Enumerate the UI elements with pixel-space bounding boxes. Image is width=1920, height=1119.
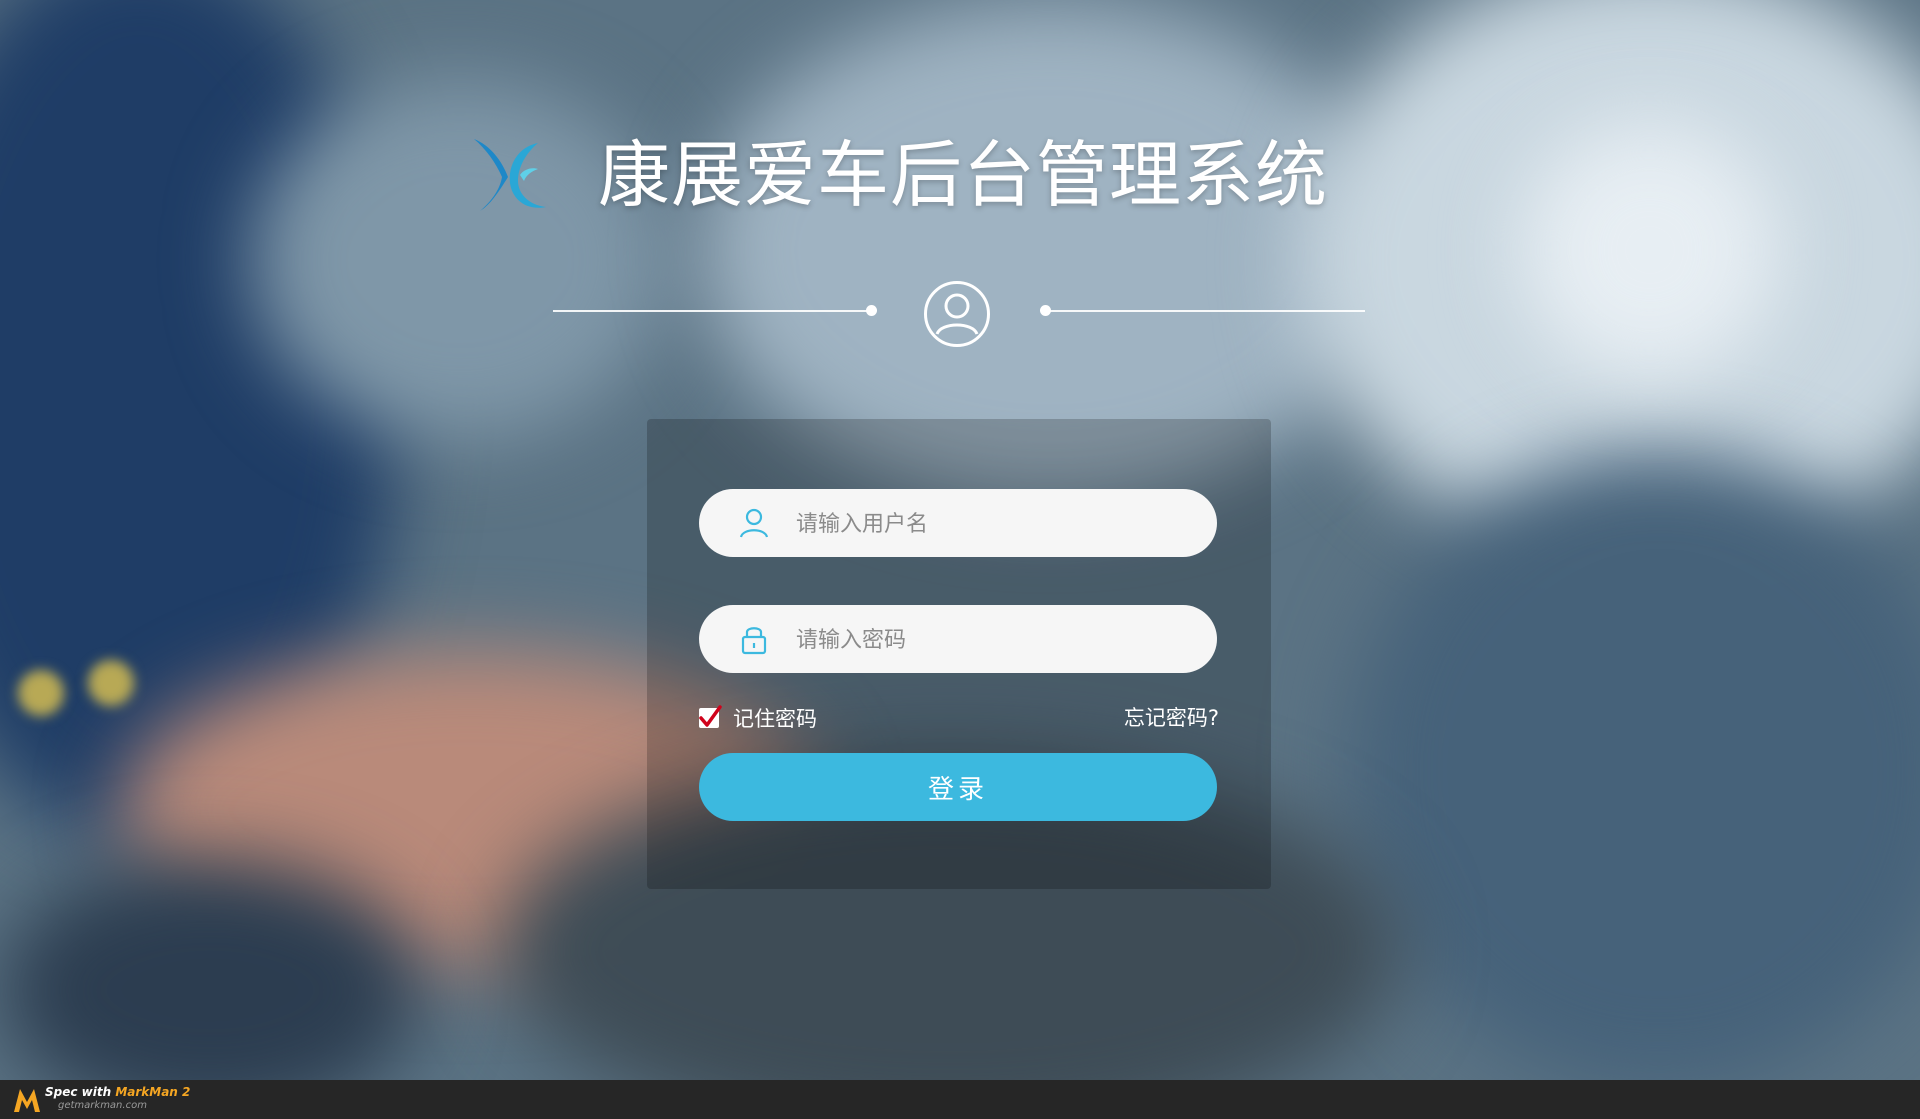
username-input[interactable]: [794, 501, 1198, 547]
divider-dot-left: [866, 305, 877, 316]
markman-spec-text: Spec with MarkMan 2: [45, 1085, 191, 1099]
check-icon: [699, 705, 722, 727]
kz-logo-icon: [468, 135, 550, 217]
user-icon: [737, 506, 771, 540]
user-avatar-icon: [924, 281, 990, 347]
remember-password[interactable]: 记住密码: [699, 703, 817, 733]
markman-footer-bar: Spec with MarkMan 2 getmarkman.com: [0, 1080, 1920, 1119]
markman-url: getmarkman.com: [58, 1100, 147, 1111]
username-field[interactable]: [699, 489, 1217, 557]
header-divider-right: [1050, 310, 1365, 312]
markman-brand: MarkMan 2: [115, 1085, 191, 1099]
lock-icon: [737, 622, 771, 656]
login-button[interactable]: 登录: [699, 753, 1217, 821]
page-title: 康展爱车后台管理系统: [598, 133, 1329, 217]
remember-label: 记住密码: [733, 707, 817, 731]
header-divider-left: [553, 310, 870, 312]
remember-checkbox[interactable]: [699, 705, 722, 728]
forgot-password-link[interactable]: 忘记密码?: [1124, 703, 1219, 733]
markman-logo-icon: [12, 1086, 42, 1114]
login-panel: 记住密码 忘记密码? 登录: [647, 419, 1271, 889]
password-field[interactable]: [699, 605, 1217, 673]
password-input[interactable]: [794, 617, 1198, 663]
